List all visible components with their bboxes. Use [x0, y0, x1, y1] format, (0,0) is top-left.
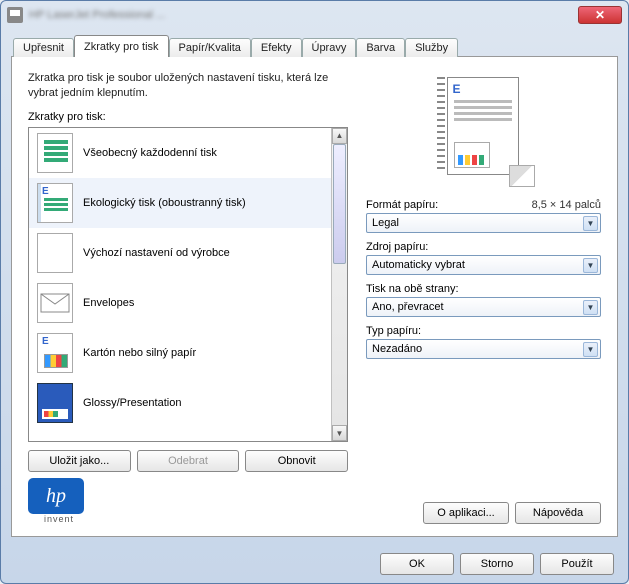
list-item-label: Kartón nebo silný papír [83, 347, 196, 359]
combo-value: Automaticky vybrat [372, 259, 465, 271]
list-item[interactable]: Ekologický tisk (oboustranný tisk) [29, 178, 331, 228]
paper-type-combo[interactable]: Nezadáno ▼ [366, 339, 601, 359]
list-item[interactable]: Kartón nebo silný papír [29, 328, 331, 378]
close-button[interactable]: ✕ [578, 6, 622, 24]
combo-value: Legal [372, 217, 399, 229]
field-hint: 8,5 × 14 palců [532, 199, 601, 211]
ok-button[interactable]: OK [380, 553, 454, 575]
tab-advanced[interactable]: Upřesnit [13, 38, 74, 57]
preview-lines [454, 100, 512, 103]
about-button[interactable]: O aplikaci... [423, 502, 509, 524]
page-preview: E [429, 71, 539, 191]
print-properties-window: HP LaserJet Professional ... ✕ Upřesnit … [0, 0, 629, 584]
delete-button: Odebrat [137, 450, 240, 472]
tab-label: Barva [366, 42, 395, 54]
scroll-up-button[interactable]: ▲ [332, 128, 347, 144]
field-label: Tisk na obě strany: [366, 283, 459, 295]
duplex-combo[interactable]: Ano, převracet ▼ [366, 297, 601, 317]
tab-label: Upřesnit [23, 42, 64, 54]
panel-bottom-buttons: O aplikaci... Nápověda [423, 502, 601, 524]
shortcut-icon-envelope [37, 283, 73, 323]
list-item-label: Envelopes [83, 297, 134, 309]
tab-printing-shortcuts[interactable]: Zkratky pro tisk [74, 35, 169, 57]
field-label: Typ papíru: [366, 325, 421, 337]
chevron-down-icon: ▼ [583, 216, 598, 231]
scrollbar[interactable]: ▲ ▼ [331, 128, 347, 441]
spiral-binding-icon [437, 77, 445, 173]
shortcut-icon-blank [37, 233, 73, 273]
field-label: Zdroj papíru: [366, 241, 428, 253]
tab-finishing[interactable]: Úpravy [302, 38, 357, 57]
shortcuts-listbox[interactable]: Všeobecný každodenní tisk Ekologický tis… [28, 127, 348, 442]
columns: Zkratka pro tisk je soubor uložených nas… [28, 71, 601, 472]
paper-size-combo[interactable]: Legal ▼ [366, 213, 601, 233]
dialog-footer: OK Storno Použít [1, 545, 628, 583]
list-item[interactable]: Výchozí nastavení od výrobce [29, 228, 331, 278]
reset-button[interactable]: Obnovit [245, 450, 348, 472]
paper-source-combo[interactable]: Automaticky vybrat ▼ [366, 255, 601, 275]
tab-color[interactable]: Barva [356, 38, 405, 57]
list-item[interactable]: Glossy/Presentation [29, 378, 331, 428]
field-paper-source: Zdroj papíru: Automaticky vybrat ▼ [366, 241, 601, 275]
field-duplex: Tisk na obě strany: Ano, převracet ▼ [366, 283, 601, 317]
list-item-label: Glossy/Presentation [83, 397, 181, 409]
tab-label: Úpravy [312, 42, 347, 54]
eco-mark-icon: E [453, 82, 461, 96]
preview-chart-icon [454, 142, 490, 168]
tab-panel: Zkratka pro tisk je soubor uložených nas… [11, 56, 618, 537]
intro-text: Zkratka pro tisk je soubor uložených nas… [28, 71, 348, 101]
logo-text: hp [46, 485, 66, 508]
left-column: Zkratka pro tisk je soubor uložených nas… [28, 71, 348, 472]
save-as-button[interactable]: Uložit jako... [28, 450, 131, 472]
close-icon: ✕ [595, 8, 605, 22]
shortcut-icon-glossy [37, 383, 73, 423]
page-fold-icon [509, 165, 535, 187]
tab-label: Zkratky pro tisk [84, 41, 159, 53]
list-item[interactable]: Envelopes [29, 278, 331, 328]
list-item-label: Všeobecný každodenní tisk [83, 147, 217, 159]
shortcuts-items: Všeobecný každodenní tisk Ekologický tis… [29, 128, 331, 441]
preview-page: E [447, 77, 519, 175]
combo-value: Nezadáno [372, 343, 422, 355]
cancel-button[interactable]: Storno [460, 553, 534, 575]
apply-button[interactable]: Použít [540, 553, 614, 575]
tab-effects[interactable]: Efekty [251, 38, 302, 57]
list-item[interactable]: Všeobecný každodenní tisk [29, 128, 331, 178]
list-item-label: Ekologický tisk (oboustranný tisk) [83, 197, 246, 209]
right-column: E Formát papíru: 8,5 × 14 palců Legal [366, 71, 601, 472]
scroll-track[interactable] [332, 144, 347, 425]
tab-strip: Upřesnit Zkratky pro tisk Papír/Kvalita … [11, 33, 618, 57]
printer-icon [7, 7, 23, 23]
shortcut-icon-cardstock [37, 333, 73, 373]
tab-paper-quality[interactable]: Papír/Kvalita [169, 38, 251, 57]
content-area: Upřesnit Zkratky pro tisk Papír/Kvalita … [11, 33, 618, 537]
shortcut-icon-general [37, 133, 73, 173]
titlebar: HP LaserJet Professional ... ✕ [1, 1, 628, 29]
field-label: Formát papíru: [366, 199, 438, 211]
tab-services[interactable]: Služby [405, 38, 458, 57]
chevron-down-icon: ▼ [583, 300, 598, 315]
scroll-down-button[interactable]: ▼ [332, 425, 347, 441]
chevron-down-icon: ▼ [583, 342, 598, 357]
chevron-down-icon: ▼ [583, 258, 598, 273]
logo-row: hp invent O aplikaci... Nápověda [28, 478, 601, 524]
tab-label: Služby [415, 42, 448, 54]
list-item-label: Výchozí nastavení od výrobce [83, 247, 230, 259]
tab-label: Papír/Kvalita [179, 42, 241, 54]
shortcut-buttons-row: Uložit jako... Odebrat Obnovit [28, 450, 348, 472]
field-paper-type: Typ papíru: Nezadáno ▼ [366, 325, 601, 359]
help-button[interactable]: Nápověda [515, 502, 601, 524]
shortcuts-label: Zkratky pro tisk: [28, 111, 348, 123]
hp-logo: hp [28, 478, 84, 514]
shortcut-icon-eco [37, 183, 73, 223]
tab-label: Efekty [261, 42, 292, 54]
combo-value: Ano, převracet [372, 301, 444, 313]
window-title: HP LaserJet Professional ... [29, 9, 578, 21]
scroll-thumb[interactable] [333, 144, 346, 264]
field-paper-size: Formát papíru: 8,5 × 14 palců Legal ▼ [366, 199, 601, 233]
hp-tagline: invent [44, 514, 74, 524]
